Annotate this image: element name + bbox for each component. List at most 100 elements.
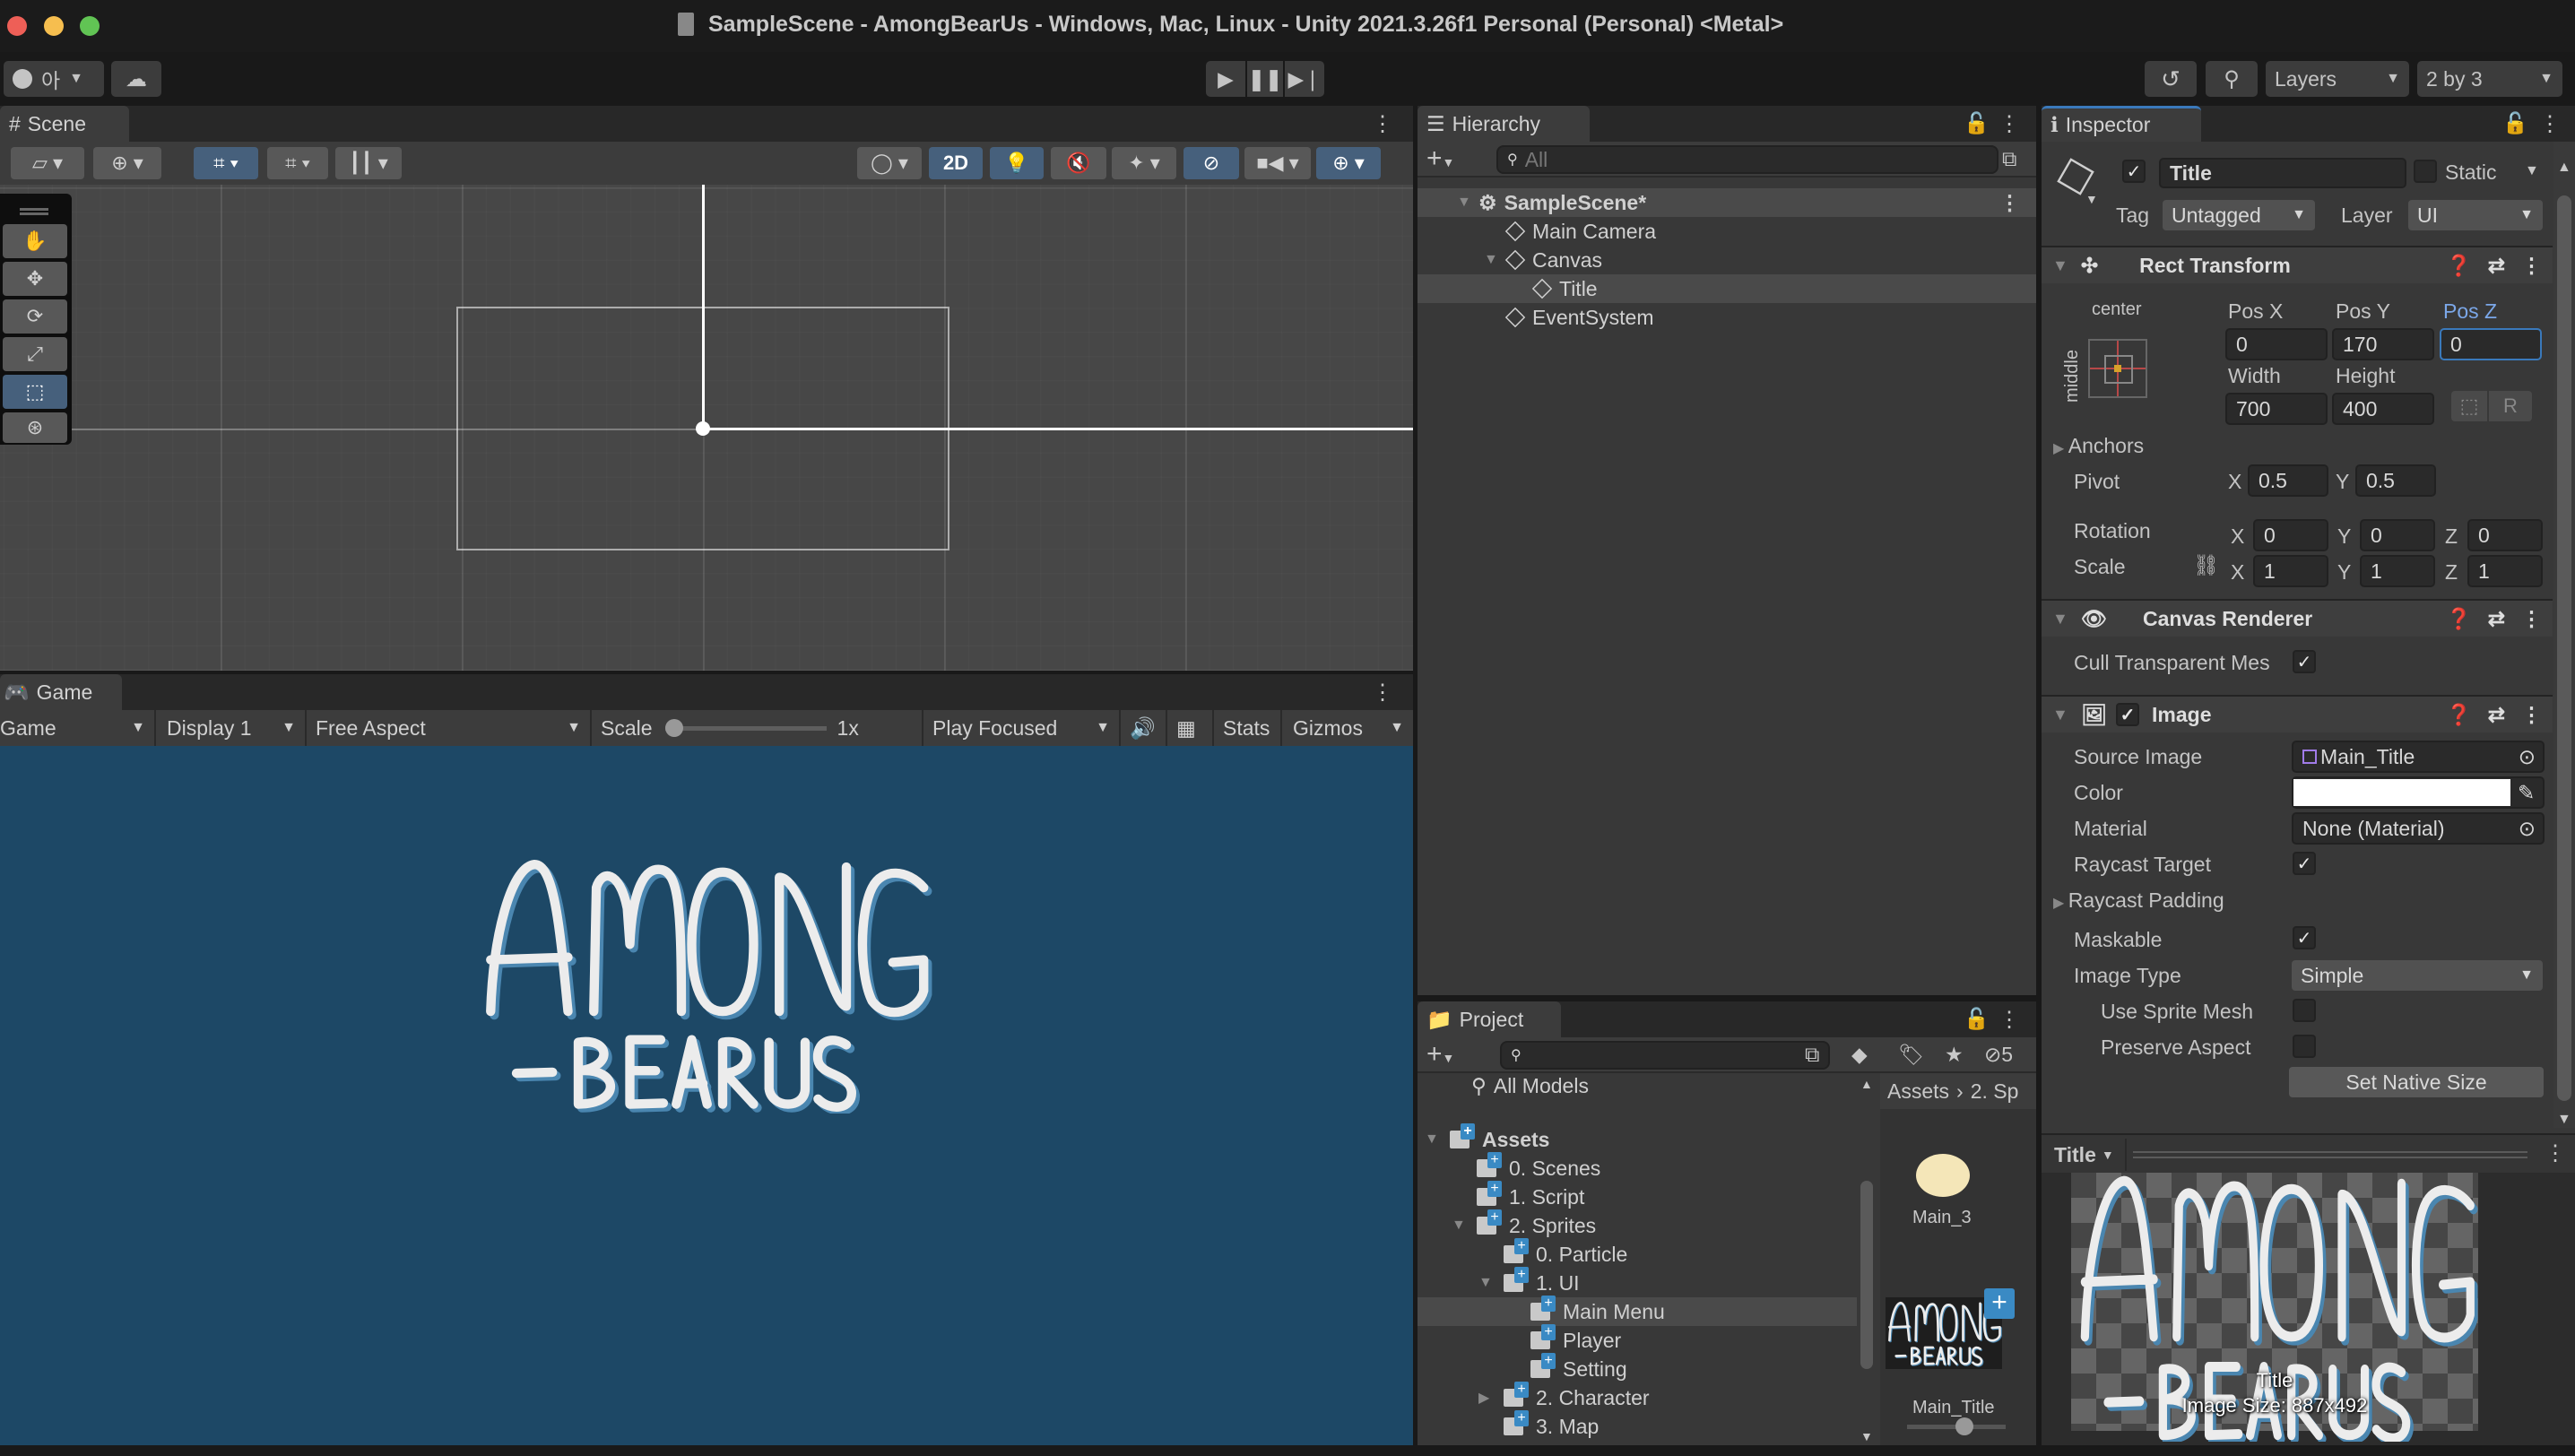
project-folder[interactable]: Setting	[1418, 1353, 1857, 1383]
canvas-renderer-header[interactable]: ▼ 👁 Canvas Renderer ❓ ⇄ ⋮	[2042, 599, 2553, 637]
tab-hierarchy[interactable]: ☰ Hierarchy	[1418, 106, 1590, 142]
shortcuts-button[interactable]: ▦	[1167, 710, 1214, 746]
object-name-input[interactable]: Title	[2159, 158, 2406, 188]
pos-z-input[interactable]: 0	[2440, 328, 2542, 360]
filter-by-label-button[interactable]: 🏷	[1898, 1043, 1924, 1067]
create-button[interactable]: +▼	[1426, 143, 1454, 174]
tab-inspector[interactable]: ℹ Inspector	[2042, 106, 2201, 142]
use-sprite-mesh-checkbox[interactable]	[2293, 999, 2316, 1022]
search-scope-icon[interactable]: ⧉	[1805, 1043, 1819, 1067]
tree-scrollbar[interactable]: ▲ ▼	[1857, 1073, 1877, 1445]
chevron-down-icon[interactable]: ▼	[2085, 192, 2098, 206]
gizmos-dropdown[interactable]: Gizmos ▼	[1284, 710, 1413, 746]
presets-icon[interactable]: ⇄	[2488, 703, 2505, 727]
scale-tool[interactable]: ⤢	[3, 337, 67, 371]
rect-transform-header[interactable]: ▼ ✣ Rect Transform ❓ ⇄ ⋮	[2042, 246, 2553, 283]
inspector-scrollbar[interactable]: ▲ ▼	[2553, 142, 2575, 1128]
set-native-size-button[interactable]: Set Native Size	[2289, 1067, 2544, 1097]
color-field[interactable]: ✎	[2292, 776, 2545, 809]
raycast-padding-foldout[interactable]: ▶ Raycast Padding	[2053, 888, 2224, 913]
camera-button[interactable]: ■◀ ▾	[1244, 147, 1311, 179]
presets-icon[interactable]: ⇄	[2488, 254, 2505, 278]
lock-icon[interactable]: 🔓	[1964, 1007, 1990, 1031]
close-window-button[interactable]	[7, 16, 27, 36]
scale-x-input[interactable]: 1	[2253, 555, 2328, 587]
preview-dropdown[interactable]: Title ▼	[2054, 1139, 2127, 1171]
pos-y-input[interactable]: 170	[2332, 328, 2434, 360]
scale-slider[interactable]	[664, 719, 827, 737]
object-picker-icon[interactable]: ⊙	[2519, 817, 2536, 841]
breadcrumb-assets[interactable]: Assets	[1887, 1079, 1949, 1104]
project-folder[interactable]: Player	[1418, 1324, 1857, 1355]
palette-drag-handle[interactable]	[20, 208, 48, 215]
mute-audio-button[interactable]: 🔊	[1121, 710, 1167, 746]
scene-visibility-toggle[interactable]: ⊘	[1183, 147, 1239, 179]
pos-x-input[interactable]: 0	[2225, 328, 2328, 360]
pivot-y-input[interactable]: 0.5	[2355, 464, 2436, 497]
blueprint-mode-button[interactable]: ⬚	[2451, 391, 2487, 421]
favorite-button[interactable]: ★	[1945, 1043, 1964, 1067]
lighting-toggle[interactable]: 💡	[990, 147, 1044, 179]
scene-view[interactable]: ✋ ✥ ⟳ ⤢ ⬚ ⊛	[0, 185, 1413, 671]
search-scope-icon[interactable]: ⧉	[2002, 147, 2016, 171]
image-enabled-checkbox[interactable]: ✓	[2116, 703, 2140, 726]
layer-dropdown[interactable]: UI ▼	[2408, 200, 2543, 230]
image-type-dropdown[interactable]: Simple ▼	[2292, 960, 2543, 991]
help-icon[interactable]: ❓	[2446, 703, 2472, 727]
stats-button[interactable]: Stats	[1214, 710, 1282, 746]
static-checkbox[interactable]	[2414, 160, 2437, 183]
aspect-dropdown[interactable]: Free Aspect ▼	[307, 710, 592, 746]
move-tool[interactable]: ✥	[3, 262, 67, 296]
object-picker-icon[interactable]: ⊙	[2519, 745, 2536, 769]
project-folder[interactable]: 1. Script	[1418, 1181, 1857, 1211]
material-field[interactable]: None (Material) ⊙	[2292, 812, 2545, 845]
component-menu-icon[interactable]: ⋮	[2521, 607, 2542, 631]
project-folder[interactable]: Main Menu	[1418, 1296, 1857, 1326]
more-options-icon[interactable]: ⋮	[2539, 111, 2561, 137]
more-options-icon[interactable]: ⋮	[1998, 111, 2020, 137]
image-component-header[interactable]: ▼ 🖼 ✓ Image ❓ ⇄ ⋮	[2042, 695, 2553, 732]
increment-snap-button[interactable]: ⌗ ▾	[267, 147, 328, 179]
project-folder[interactable]: ▼ Assets	[1418, 1123, 1857, 1154]
component-menu-icon[interactable]: ⋮	[2521, 703, 2542, 727]
foldout-arrow-icon[interactable]: ▼	[1452, 1218, 1477, 1234]
foldout-arrow-icon[interactable]: ▶	[1478, 1389, 1504, 1407]
filter-by-type-button[interactable]: ◆	[1851, 1043, 1868, 1067]
raw-edit-button[interactable]: R	[2489, 391, 2532, 421]
help-icon[interactable]: ❓	[2446, 254, 2472, 278]
anchor-presets-button[interactable]	[2088, 339, 2147, 398]
game-view-dropdown[interactable]: Game ▼	[0, 710, 156, 746]
pivot-handle[interactable]	[696, 421, 710, 436]
play-button[interactable]: ▶	[1206, 61, 1245, 97]
step-button[interactable]: ▶❘	[1285, 61, 1324, 97]
project-folder[interactable]: ▶ 2. Character	[1418, 1382, 1857, 1412]
ruler-button[interactable]: ┃┃ ▾	[335, 147, 402, 179]
height-input[interactable]: 400	[2332, 393, 2434, 425]
cloud-button[interactable]: ☁	[111, 61, 161, 97]
cull-transparent-checkbox[interactable]: ✓	[2293, 650, 2316, 673]
scale-slider-thumb[interactable]	[664, 719, 683, 737]
hidden-packages-button[interactable]: ⊘5	[1984, 1043, 2013, 1067]
static-dropdown-icon[interactable]: ▼	[2525, 163, 2539, 179]
2d-toggle[interactable]: 2D	[929, 147, 983, 179]
pivot-x-input[interactable]: 0.5	[2248, 464, 2328, 497]
lock-icon[interactable]: 🔓	[1964, 111, 1990, 135]
raycast-target-checkbox[interactable]: ✓	[2293, 852, 2316, 875]
presets-icon[interactable]: ⇄	[2488, 607, 2505, 631]
play-mode-dropdown[interactable]: Play Focused ▼	[923, 710, 1121, 746]
more-options-icon[interactable]: ⋮	[1372, 111, 1393, 137]
thumbnail-size-slider[interactable]	[1907, 1417, 2006, 1435]
more-options-icon[interactable]: ⋮	[2545, 1140, 2566, 1166]
audio-toggle[interactable]: 🔇	[1051, 147, 1106, 179]
help-icon[interactable]: ❓	[2446, 607, 2472, 631]
preserve-aspect-checkbox[interactable]	[2293, 1035, 2316, 1058]
search-button[interactable]: ⚲	[2206, 61, 2258, 97]
favorites-all-models[interactable]: ⚲ All Models	[1471, 1071, 1589, 1100]
color-swatch[interactable]	[2293, 779, 2510, 806]
rotation-z-input[interactable]: 0	[2467, 519, 2543, 551]
source-image-field[interactable]: Main_Title ⊙	[2292, 741, 2545, 773]
undo-history-button[interactable]: ↺	[2145, 61, 2197, 97]
create-button[interactable]: +▼	[1426, 1039, 1454, 1070]
tab-scene[interactable]: # Scene	[0, 106, 129, 142]
maximize-window-button[interactable]	[80, 16, 100, 36]
